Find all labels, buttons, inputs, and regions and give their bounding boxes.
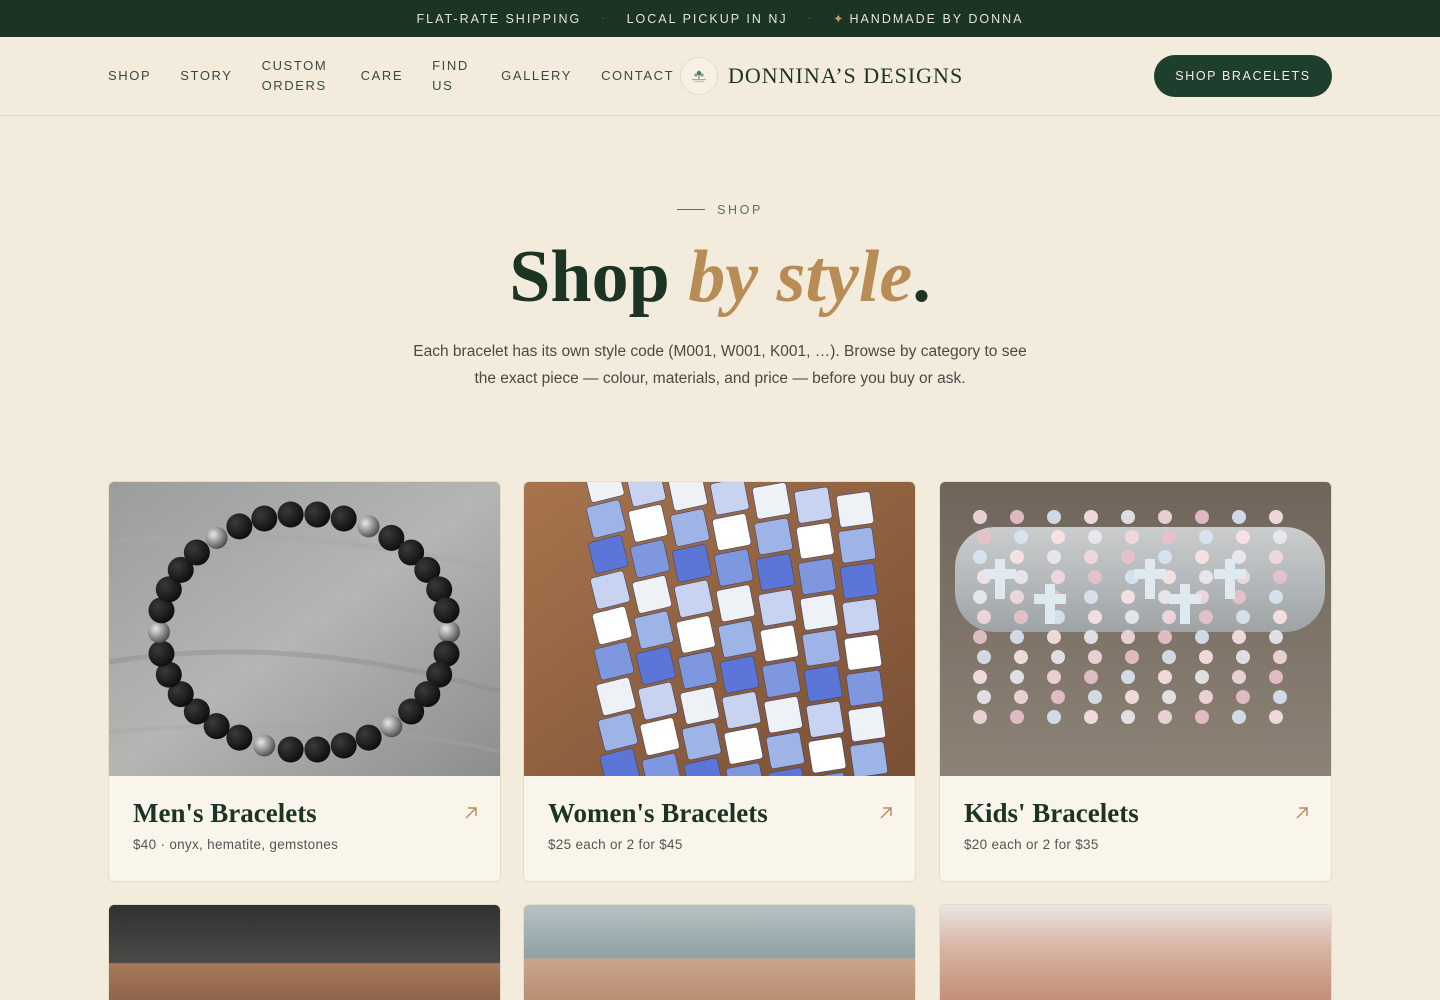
title-plain: Shop (509, 236, 689, 318)
nav-item-shop[interactable]: SHOP (108, 66, 151, 86)
category-card-kids[interactable]: Kids' Bracelets $20 each or 2 for $35 (939, 481, 1332, 882)
nav-item-care[interactable]: CARE (361, 66, 404, 86)
product-image (940, 905, 1331, 1000)
shop-bracelets-button[interactable]: SHOP BRACELETS (1154, 55, 1332, 97)
card-price: $25 each or 2 for $45 (548, 837, 683, 852)
product-image (524, 905, 915, 1000)
arrow-up-right-icon (1296, 807, 1308, 819)
announcement-item: LOCAL PICKUP IN NJ (626, 11, 788, 26)
page-title: Shop by style. (0, 232, 1440, 322)
announcement-separator: · (807, 13, 813, 24)
nav-item-story[interactable]: STORY (180, 66, 232, 86)
announcement-item: HANDMADE BY DONNA (849, 11, 1024, 26)
card-price: $40 · onyx, hematite, gemstones (133, 837, 339, 852)
product-image (109, 905, 500, 1000)
nav-item-custom-orders[interactable]: CUSTOM ORDERS (262, 56, 332, 96)
card-title: Kids' Bracelets (964, 798, 1139, 828)
title-period: . (912, 236, 931, 318)
category-card-row2-2[interactable] (523, 904, 916, 1000)
category-card-mens[interactable]: Men's Bracelets $40 · onyx, hematite, ge… (108, 481, 501, 882)
site-header: SHOP STORY CUSTOM ORDERS CARE FIND US GA… (0, 37, 1440, 116)
eyebrow-label: SHOP (717, 203, 763, 217)
main-nav: SHOP STORY CUSTOM ORDERS CARE FIND US GA… (108, 37, 703, 115)
hero-description: Each bracelet has its own style code (M0… (413, 343, 1027, 387)
nav-item-contact[interactable]: CONTACT (601, 66, 674, 86)
section-eyebrow: SHOP (0, 203, 1440, 217)
title-accent: by style (688, 236, 913, 318)
eyebrow-rule (677, 209, 706, 211)
announcement-bar: FLAT-RATE SHIPPING · LOCAL PICKUP IN NJ … (0, 0, 1440, 37)
nav-item-find-us[interactable]: FIND US (432, 56, 472, 96)
brand-name: DONNINA’S DESIGNS (728, 63, 964, 88)
logo-emblem-icon (680, 57, 718, 95)
mens-bracelet-image (109, 482, 500, 776)
nav-item-gallery[interactable]: GALLERY (501, 66, 572, 86)
category-card-row2-1[interactable] (108, 904, 501, 1000)
card-title: Men's Bracelets (133, 798, 317, 828)
card-title: Women's Bracelets (548, 798, 768, 828)
arrow-up-right-icon (465, 807, 477, 819)
kids-bracelet-image (940, 482, 1331, 776)
category-card-row2-3[interactable] (939, 904, 1332, 1000)
category-card-womens[interactable]: Women's Bracelets $25 each or 2 for $45 (523, 481, 916, 882)
card-price: $20 each or 2 for $35 (964, 837, 1099, 852)
brand-link[interactable]: DONNINA’S DESIGNS (680, 57, 963, 95)
arrow-up-right-icon (880, 807, 892, 819)
announcement-separator: · (601, 13, 607, 24)
star-icon: ✦ (832, 12, 844, 26)
announcement-item: FLAT-RATE SHIPPING (416, 11, 582, 26)
womens-bracelet-image (524, 482, 915, 776)
